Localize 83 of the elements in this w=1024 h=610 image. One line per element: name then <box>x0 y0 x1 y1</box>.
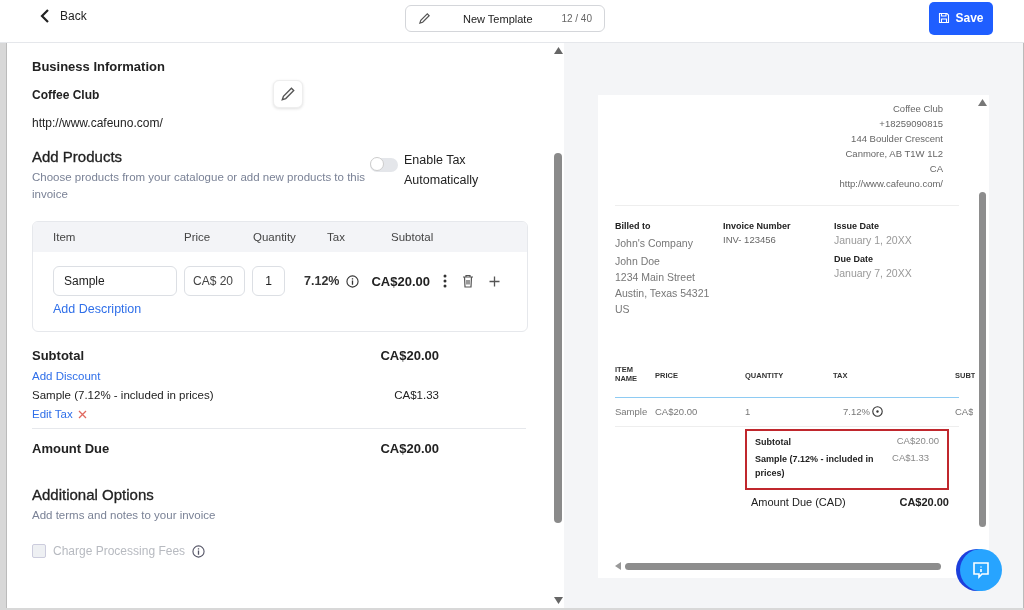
column-header: Subtotal <box>391 231 434 243</box>
invoice-number-label: Invoice Number <box>723 221 792 231</box>
billed-to-detail: Austin, Texas 54321 <box>615 287 711 299</box>
chevron-left-icon <box>40 8 50 24</box>
tax-value: CA$1.33 <box>394 389 439 401</box>
more-vertical-icon[interactable] <box>443 274 447 288</box>
price-input[interactable]: CA$ 20 <box>184 266 245 296</box>
item-input[interactable]: Sample <box>53 266 177 296</box>
business-website: http://www.cafeuno.com/ <box>32 116 163 130</box>
chat-bubble-icon <box>971 560 991 580</box>
scroll-up-arrow-icon[interactable] <box>977 99 987 106</box>
amount-due-value: CA$20.00 <box>899 496 949 508</box>
amount-due-label: Amount Due <box>32 441 110 456</box>
business-detail: 144 Boulder Crescent <box>851 133 943 144</box>
due-date-label: Due Date <box>834 254 874 264</box>
trash-icon[interactable] <box>462 274 474 288</box>
scroll-left-arrow-icon[interactable] <box>615 562 621 570</box>
amount-due-value: CA$20.00 <box>380 441 439 456</box>
feedback-button[interactable] <box>960 549 1002 591</box>
subtotal-value: CA$20.00 <box>896 435 939 448</box>
tax-label: Sample (7.12% - included in prices) <box>755 453 875 480</box>
billed-to-detail: 1234 Main Street <box>615 271 696 283</box>
section-heading: Business Information <box>32 59 166 74</box>
table-cell: 7.12% <box>843 406 870 417</box>
billed-to-detail: John's Company <box>615 237 694 249</box>
table-cell: CA$20.00 <box>655 406 698 417</box>
business-name: Coffee Club <box>32 88 101 102</box>
scrollbar-thumb[interactable] <box>625 562 941 570</box>
subtotal-value: CA$20.00 <box>380 348 439 363</box>
scroll-up-arrow-icon[interactable] <box>553 47 563 54</box>
column-header: Price <box>184 231 211 243</box>
column-header: Item <box>53 231 76 243</box>
info-icon <box>872 406 883 417</box>
issue-date-label: Issue Date <box>834 221 881 231</box>
section-description: Add terms and notes to your invoice <box>32 508 217 523</box>
save-button[interactable]: Save <box>929 1 993 35</box>
column-header: Quantity <box>253 231 296 243</box>
pencil-icon <box>418 12 431 25</box>
edit-tax-link[interactable]: Edit Tax <box>32 408 73 420</box>
add-discount-link[interactable]: Add Discount <box>32 370 439 382</box>
toggle-label: Enable Tax Automatically <box>404 152 480 189</box>
business-detail: CA <box>929 163 943 174</box>
section-heading: Add Products <box>32 148 124 165</box>
invoice-number: INV- 123456 <box>723 234 777 245</box>
checkbox-label: Charge Processing Fees <box>53 544 186 558</box>
subtotal-label: Subtotal <box>755 436 791 449</box>
due-date: January 7, 20XX <box>834 267 912 279</box>
line-subtotal: CA$20.00 <box>371 273 430 289</box>
billed-to-detail: US <box>615 303 631 315</box>
business-detail: Canmore, AB T1W 1L2 <box>845 148 943 159</box>
character-count: 12 / 40 <box>561 13 592 24</box>
business-detail: +18259090815 <box>879 118 943 129</box>
issue-date: January 1, 20XX <box>834 234 912 246</box>
scrollbar-thumb[interactable] <box>978 192 986 527</box>
billed-to-detail: John Doe <box>615 255 661 267</box>
tax-value: CA$1.33 <box>892 452 929 465</box>
template-name-field[interactable]: New Template 12 / 40 <box>405 5 605 32</box>
quantity-input[interactable]: 1 <box>252 266 285 296</box>
section-description: Choose products from your catalogue or add new products to this invoice <box>32 170 367 202</box>
info-icon[interactable] <box>346 274 360 288</box>
table-cell: Sample <box>615 406 645 417</box>
business-detail: Coffee Club <box>893 103 943 114</box>
scroll-down-arrow-icon[interactable] <box>553 597 563 604</box>
tax-toggle[interactable] <box>370 158 398 172</box>
subtotal-label: Subtotal <box>32 348 84 363</box>
business-detail: http://www.cafeuno.com/ <box>839 178 943 189</box>
add-description-link[interactable]: Add Description <box>53 302 142 316</box>
scrollbar-thumb[interactable] <box>554 153 562 523</box>
info-icon[interactable] <box>192 544 206 558</box>
close-icon[interactable] <box>77 409 87 419</box>
tax-rate: 7.12% <box>304 274 340 288</box>
table-cell: 1 <box>745 406 751 417</box>
pencil-icon <box>279 86 296 102</box>
tax-label: Sample (7.12% - included in prices) <box>32 389 214 401</box>
edit-button[interactable] <box>272 80 303 108</box>
billed-to-label: Billed to <box>615 221 652 231</box>
section-heading: Additional Options <box>32 486 155 503</box>
back-button[interactable]: Back <box>40 8 87 24</box>
column-header: Tax <box>327 231 345 243</box>
table-cell: CA$ <box>955 406 974 417</box>
template-name: New Template <box>463 12 534 25</box>
plus-icon[interactable] <box>489 275 500 287</box>
amount-due-label: Amount Due (CAD) <box>751 496 846 508</box>
